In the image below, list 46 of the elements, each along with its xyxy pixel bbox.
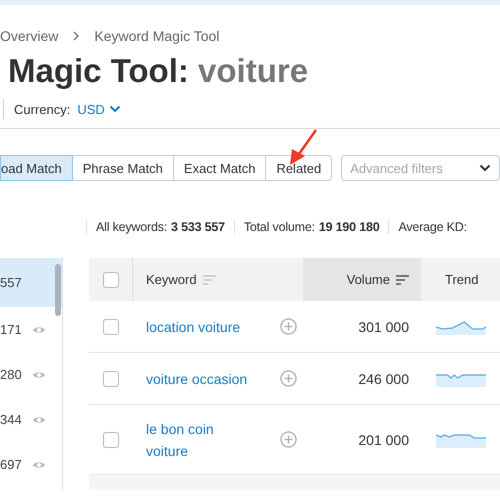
match-tab[interactable]: Exact Match xyxy=(174,155,266,181)
eye-icon[interactable] xyxy=(32,370,46,380)
breadcrumb-link[interactable]: Keyword Magic Tool xyxy=(94,28,220,44)
eye-icon[interactable] xyxy=(32,324,46,334)
add-icon[interactable] xyxy=(280,370,296,388)
keyword-link[interactable]: voiture occasion xyxy=(146,368,248,390)
stat-label: Total volume: xyxy=(244,220,315,234)
keyword-link[interactable]: le bon coin voiture xyxy=(146,418,250,462)
trend-sparkline xyxy=(436,318,486,335)
column-header[interactable]: Keyword xyxy=(146,272,197,288)
currency-label: Currency: xyxy=(14,102,70,116)
annotation-arrow xyxy=(290,129,318,165)
breadcrumb-link[interactable]: Overview xyxy=(0,28,58,44)
select-all-checkbox[interactable] xyxy=(102,272,118,288)
stat-value: 3 533 557 xyxy=(171,220,225,234)
trend-sparkline xyxy=(436,432,486,448)
stat-value: 19 190 180 xyxy=(318,220,380,234)
volume-cell: 201 000 xyxy=(358,432,409,448)
keyword-link[interactable]: location voiture xyxy=(146,316,240,338)
row-checkbox[interactable] xyxy=(103,432,119,448)
volume-cell: 301 000 xyxy=(358,318,409,335)
eye-icon[interactable] xyxy=(32,460,46,470)
match-tab[interactable]: Related xyxy=(266,155,332,181)
add-icon[interactable] xyxy=(280,431,296,448)
volume-cell: 246 000 xyxy=(358,370,409,387)
column-header[interactable]: Trend xyxy=(445,272,478,288)
group-count: 280 xyxy=(0,367,22,382)
match-tab[interactable]: oad Match xyxy=(0,155,73,181)
chevron-down-icon xyxy=(108,105,121,113)
row-checkbox[interactable] xyxy=(103,318,119,335)
sort-icon[interactable] xyxy=(396,274,409,285)
stat-label: All keywords: xyxy=(96,220,168,234)
group-count: 697 xyxy=(0,457,22,472)
scrollbar[interactable] xyxy=(55,264,61,316)
stat-label: Average KD: xyxy=(398,220,467,234)
group-count: 344 xyxy=(0,412,22,427)
group-count: 557 xyxy=(0,275,22,290)
match-tab[interactable]: Phrase Match xyxy=(72,155,174,181)
column-header[interactable]: Volume xyxy=(346,272,390,288)
group-count: 171 xyxy=(0,322,22,337)
chevron-down-icon xyxy=(479,164,491,172)
currency-dropdown[interactable]: USD xyxy=(77,102,121,116)
eye-icon[interactable] xyxy=(32,414,46,424)
row-checkbox[interactable] xyxy=(103,370,119,387)
page-title: Magic Tool: voiture xyxy=(8,51,310,91)
add-icon[interactable] xyxy=(280,318,296,336)
